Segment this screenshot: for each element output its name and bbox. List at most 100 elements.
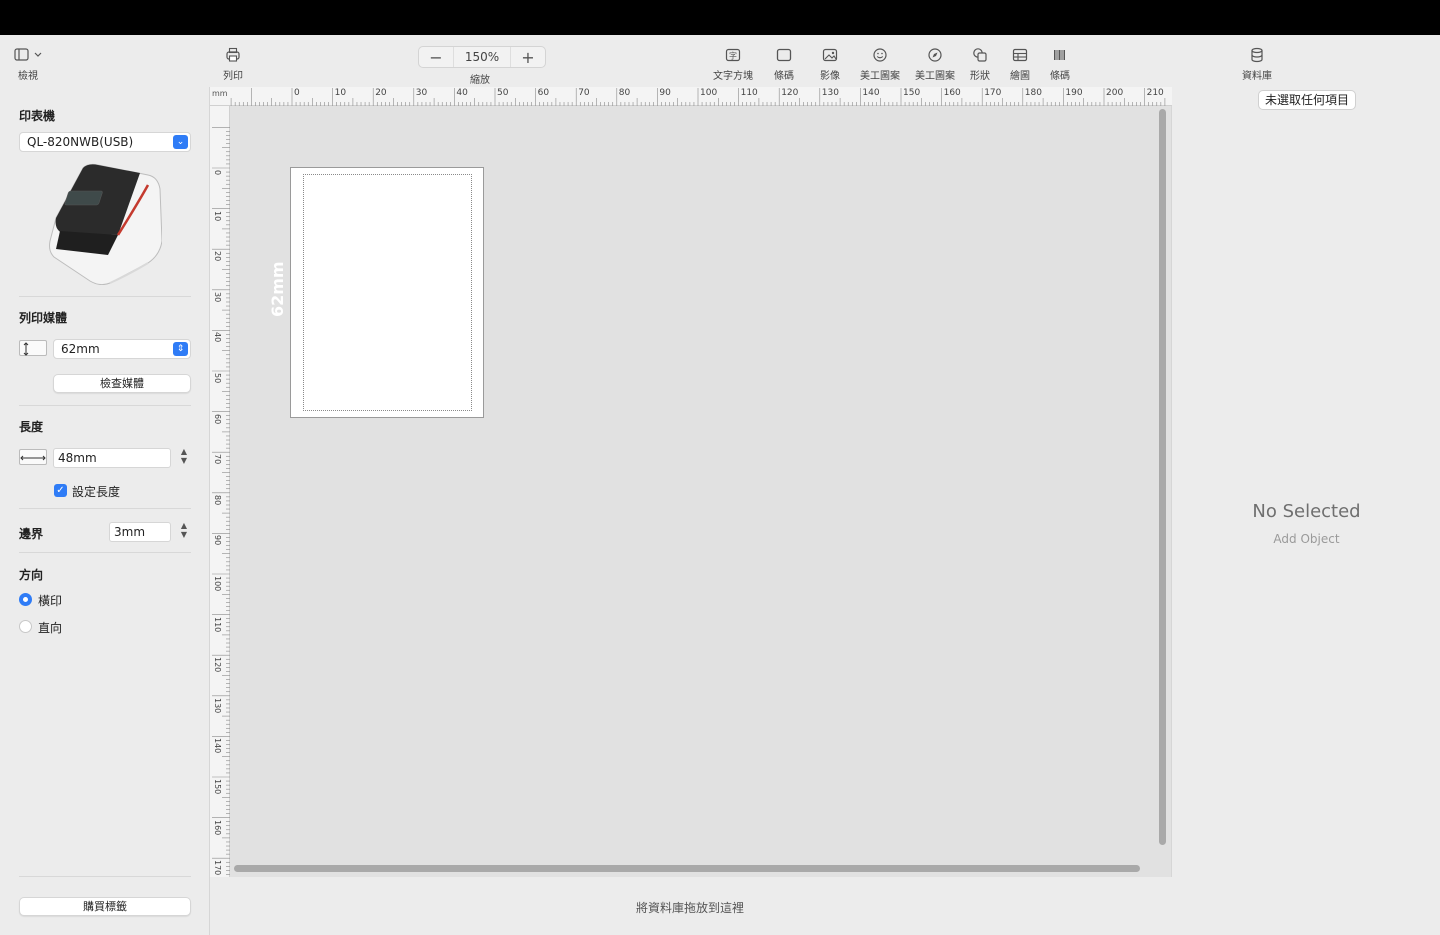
ruler-tick-label: 150 xyxy=(903,88,921,98)
media-height-icon xyxy=(19,340,47,356)
ruler-tick-label: 70 xyxy=(213,454,222,465)
image-icon xyxy=(822,45,838,65)
length-input[interactable]: 48mm xyxy=(53,448,171,468)
ruler-tick-label: 80 xyxy=(618,88,631,98)
ruler-tick-label: 70 xyxy=(578,88,590,98)
database-button[interactable]: 資料庫 xyxy=(1242,45,1272,82)
ruler-tick-label: 50 xyxy=(213,373,222,384)
add-object-hint: Add Object xyxy=(1273,532,1340,546)
view-toggle-button[interactable]: 檢視 xyxy=(14,45,42,82)
text-box-icon: 字 xyxy=(725,45,741,65)
tool-text-box[interactable]: 字 文字方塊 xyxy=(713,45,753,82)
printer-image xyxy=(48,163,163,286)
ruler-tick-label: 0 xyxy=(294,88,300,98)
ruler-tick-label: 90 xyxy=(213,535,222,546)
label-canvas[interactable]: mm 0 10 20 30 40 50 60 70 80 90 100 110 120 130 140 150… xyxy=(210,87,1172,877)
tool-shapes[interactable]: 形狀 xyxy=(970,45,990,82)
margin-stepper[interactable]: ▲ ▼ xyxy=(178,521,190,543)
inspector-panel: 未選取任何項目 No Selected Add Object xyxy=(1173,87,1440,935)
vertical-scrollbar[interactable] xyxy=(1159,109,1166,845)
database-label: 資料庫 xyxy=(1242,71,1272,82)
set-length-label: 設定長度 xyxy=(72,485,121,499)
printer-section-title: 印表機 xyxy=(19,109,56,123)
length-stepper[interactable]: ▲ ▼ xyxy=(178,447,190,469)
ruler-tick-label: 190 xyxy=(1065,88,1083,98)
tool-label: 繪圖 xyxy=(1010,71,1030,82)
orientation-landscape-radio[interactable] xyxy=(19,593,32,606)
ruler-tick-label: 170 xyxy=(984,88,1002,98)
ruler-tick-label: 140 xyxy=(213,738,222,754)
ruler-tick-label: 60 xyxy=(213,413,222,424)
ruler-tick-label: 60 xyxy=(537,88,550,98)
printer-icon xyxy=(225,45,241,65)
print-button[interactable]: 列印 xyxy=(223,45,243,82)
set-length-checkbox[interactable]: ✓ xyxy=(54,484,67,497)
ruler-tick-label: 110 xyxy=(740,88,758,98)
database-icon xyxy=(1250,45,1264,65)
tool-label: 影像 xyxy=(820,71,840,82)
selection-dropdown[interactable]: 未選取任何項目 xyxy=(1258,90,1357,110)
no-selection-title: No Selected xyxy=(1252,501,1361,522)
length-section-title: 長度 xyxy=(19,420,44,434)
media-section-title: 列印媒體 xyxy=(19,311,68,325)
ruler-tick-label: 120 xyxy=(781,88,799,98)
ruler-tick-label: 50 xyxy=(497,88,509,98)
chevron-up-down-icon: ⇕ xyxy=(173,342,188,356)
section-divider xyxy=(19,508,191,509)
ruler-ticks xyxy=(212,127,230,875)
ruler-tick-label: 210 xyxy=(1146,88,1164,98)
zoom-control: − 150% + xyxy=(418,46,546,68)
ruler-tick-label: 40 xyxy=(456,88,468,98)
settings-sidebar: 印表機 QL-820NWB(USB) ⌄ 列印媒體 62mm ⇕ 檢查媒體 長度… xyxy=(0,87,210,935)
ruler-tick-label: 20 xyxy=(375,88,387,98)
section-divider xyxy=(19,876,191,877)
ruler-tick-label: 80 xyxy=(213,494,222,505)
zoom-in-button[interactable]: + xyxy=(511,48,545,67)
view-label: 檢視 xyxy=(18,71,38,82)
ruler-tick-label: 180 xyxy=(1024,88,1042,98)
ruler-tick-label: 100 xyxy=(213,576,222,592)
tool-barcode[interactable]: 條碼 xyxy=(1050,45,1070,82)
sidebar-icon xyxy=(14,45,42,65)
ruler-tick-label: 130 xyxy=(213,697,222,714)
ruler-tick-label: 10 xyxy=(213,210,222,221)
section-divider xyxy=(19,552,191,553)
printer-select[interactable]: QL-820NWB(USB) ⌄ xyxy=(19,132,191,152)
orientation-portrait-radio[interactable] xyxy=(19,620,32,633)
orientation-landscape-label: 橫印 xyxy=(38,594,63,608)
margin-input[interactable]: 3mm xyxy=(109,522,171,542)
tool-image[interactable]: 影像 xyxy=(820,45,840,82)
media-size-indicator: 62mm xyxy=(268,261,287,317)
database-drop-hint: 將資料庫拖放到這裡 xyxy=(636,901,745,915)
section-divider xyxy=(19,296,191,297)
tool-label: 美工圖案 xyxy=(915,71,955,82)
ruler-tick-label: 90 xyxy=(659,88,671,98)
ruler-tick-label: 200 xyxy=(1106,88,1124,98)
tool-table[interactable]: 繪圖 xyxy=(1010,45,1030,82)
media-select[interactable]: 62mm ⇕ xyxy=(53,339,191,359)
ruler-tick-label: 160 xyxy=(943,88,961,98)
ruler-tick-label: 130 xyxy=(821,88,839,98)
label-paper[interactable] xyxy=(290,167,484,418)
tool-clipart-compass[interactable]: 美工圖案 xyxy=(915,45,955,82)
zoom-out-button[interactable]: − xyxy=(419,48,453,67)
emoji-icon xyxy=(872,45,888,65)
vertical-ruler: 0 10 20 30 40 50 60 70 80 90 100 110 120 130 140 150 160… xyxy=(210,106,230,877)
shapes-icon xyxy=(972,45,988,65)
buy-labels-button[interactable]: 購買標籤 xyxy=(19,897,191,916)
check-media-button[interactable]: 檢查媒體 xyxy=(53,374,191,393)
print-label: 列印 xyxy=(223,71,243,82)
media-value: 62mm xyxy=(61,342,100,356)
ruler-tick-label: 40 xyxy=(213,332,222,343)
chevron-down-icon: ⌄ xyxy=(173,135,188,149)
compass-icon xyxy=(927,45,943,65)
window-title-bar xyxy=(0,0,1440,35)
tool-label: 條碼 xyxy=(1050,71,1070,82)
tool-frame[interactable]: 條碼 xyxy=(774,45,794,82)
margin-label: 邊界 xyxy=(19,527,44,541)
tool-clipart-emoji[interactable]: 美工圖案 xyxy=(860,45,900,82)
zoom-label: 縮放 xyxy=(470,75,490,86)
horizontal-scrollbar[interactable] xyxy=(234,865,1140,872)
ruler-tick-label: 170 xyxy=(213,860,222,876)
printer-value: QL-820NWB(USB) xyxy=(27,135,134,149)
